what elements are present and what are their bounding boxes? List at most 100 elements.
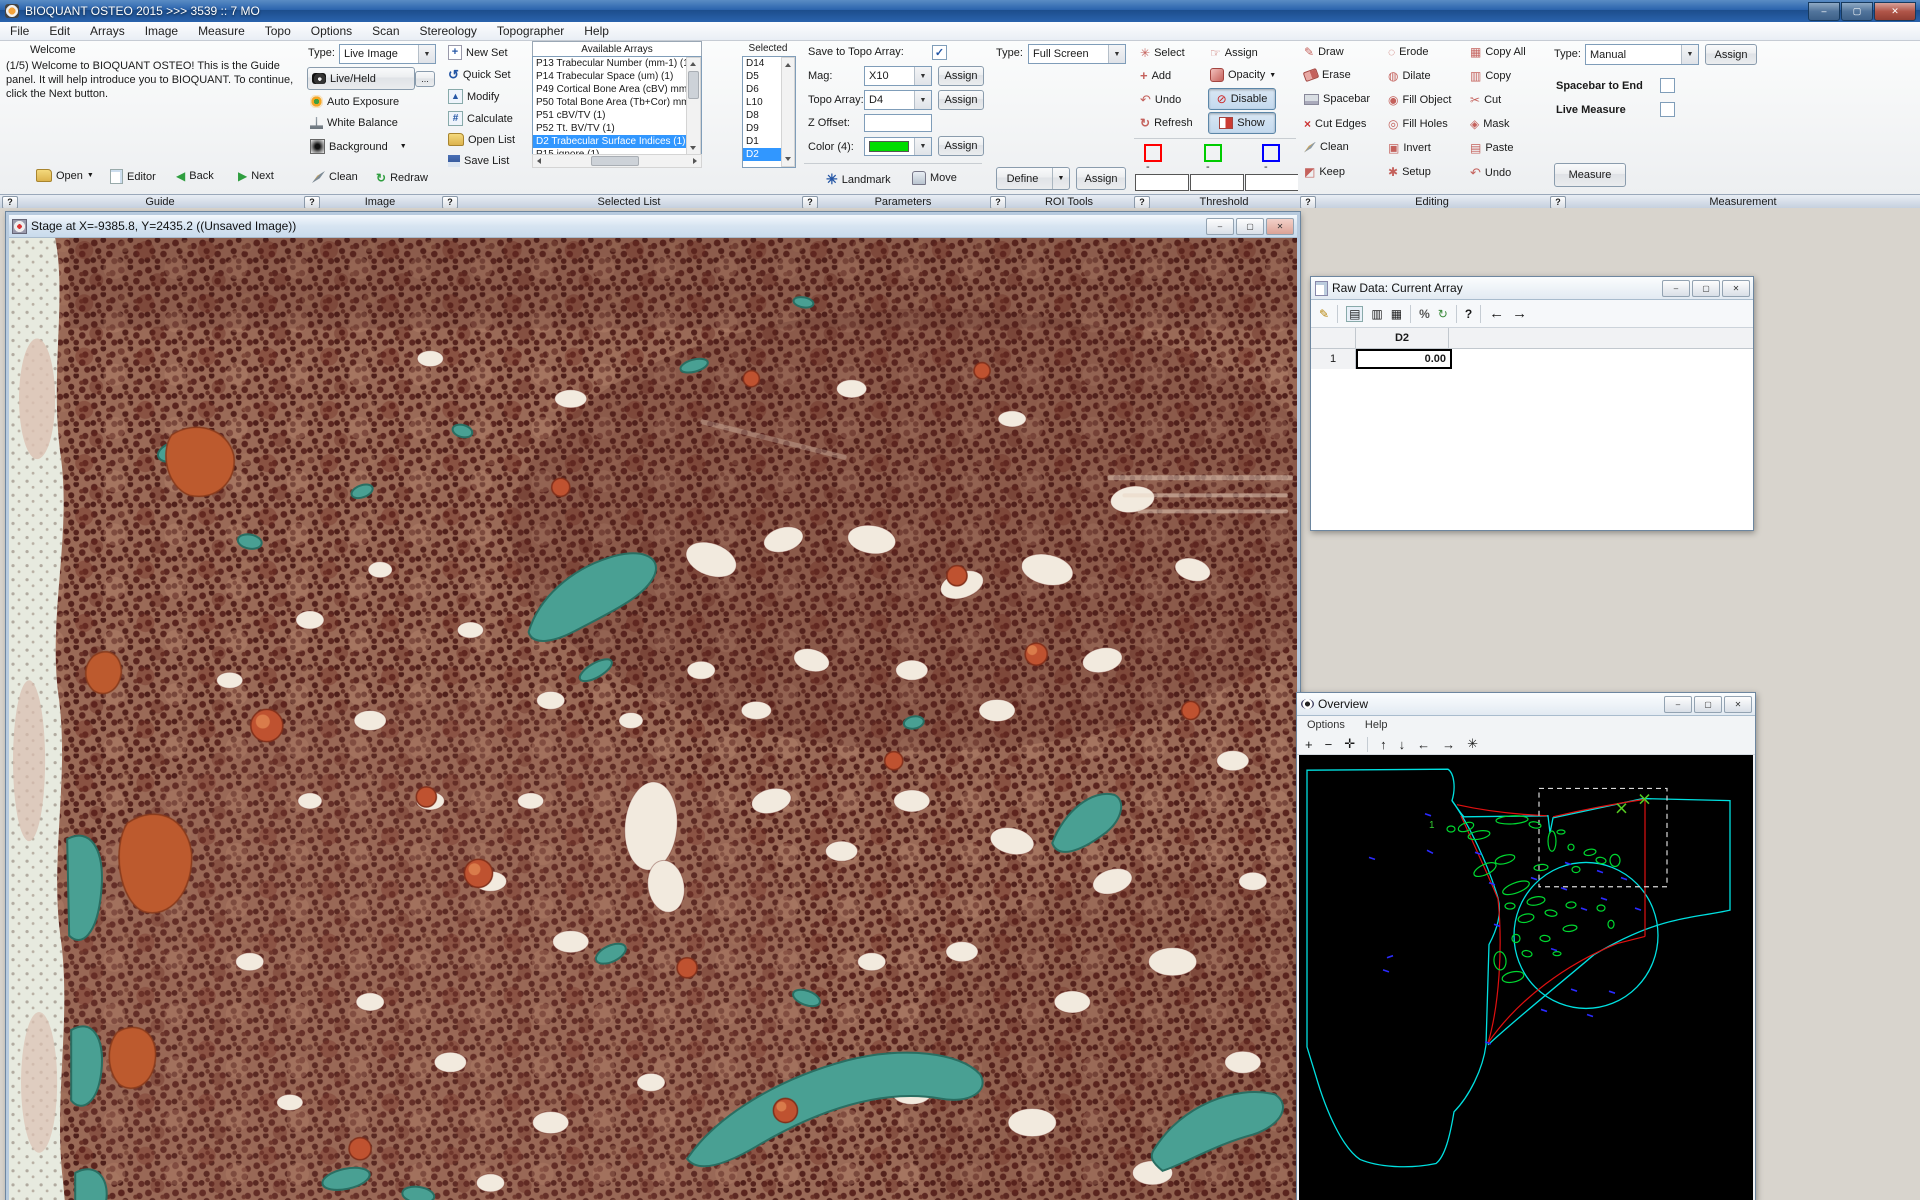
grid-view-icon[interactable]: ▦ — [1391, 307, 1402, 321]
help-icon[interactable]: ? — [1134, 196, 1150, 209]
help-icon[interactable]: ? — [990, 196, 1006, 209]
next-button[interactable]: ▶ Next — [238, 169, 274, 183]
raw-data-close-button[interactable]: ✕ — [1722, 280, 1750, 297]
green-threshold-input[interactable] — [1190, 174, 1244, 191]
list-item[interactable]: D9 — [743, 122, 783, 135]
paste-button[interactable]: ▤Paste — [1470, 141, 1513, 155]
fill-object-button[interactable]: ◉Fill Object — [1388, 93, 1451, 107]
report-view-icon[interactable]: ▥ — [1371, 307, 1382, 321]
back-button[interactable]: ◀ Back — [176, 169, 214, 183]
measure-assign-button[interactable]: Assign — [1705, 44, 1757, 65]
zoom-in-icon[interactable]: + — [1305, 737, 1313, 752]
spacebar-to-end-checkbox[interactable] — [1660, 78, 1675, 93]
stage-maximize-button[interactable]: ▢ — [1236, 218, 1264, 235]
cut-button[interactable]: ✂Cut — [1470, 93, 1501, 107]
dilate-button[interactable]: ◍Dilate — [1388, 69, 1431, 83]
auto-exposure-button[interactable]: Auto Exposure — [310, 95, 399, 108]
pan-right-icon[interactable]: → — [1442, 737, 1455, 752]
close-button[interactable]: ✕ — [1874, 2, 1916, 21]
copy-button[interactable]: ▥Copy — [1470, 69, 1511, 83]
menu-options[interactable]: Options — [301, 24, 362, 38]
calculate-button[interactable]: # Calculate — [448, 111, 513, 126]
mag-select[interactable]: X10▼ — [864, 66, 932, 86]
restore-button[interactable]: ▢ — [1841, 2, 1873, 21]
new-set-button[interactable]: + New Set — [448, 45, 508, 60]
pan-up-icon[interactable]: ↑ — [1380, 737, 1387, 752]
landmark-button[interactable]: ✳ Landmark — [826, 171, 891, 188]
help-icon[interactable]: ? — [1550, 196, 1566, 209]
keep-button[interactable]: ◩Keep — [1304, 165, 1345, 179]
fill-holes-button[interactable]: ◎Fill Holes — [1388, 117, 1448, 131]
selected-vscrollbar[interactable] — [781, 57, 795, 167]
column-header-d2[interactable]: D2 — [1356, 328, 1449, 348]
spacebar-button[interactable]: Spacebar — [1304, 93, 1370, 105]
save-list-button[interactable]: Save List — [448, 155, 509, 167]
threshold-opacity-button[interactable]: Opacity ▼ — [1210, 68, 1276, 82]
list-item-selected[interactable]: D2 — [743, 148, 783, 161]
edit-cell-icon[interactable]: ✎ — [1319, 307, 1329, 321]
help-icon[interactable]: ? — [802, 196, 818, 209]
modify-button[interactable]: ▲ Modify — [448, 89, 499, 104]
help-icon[interactable]: ? — [304, 196, 320, 209]
menu-image[interactable]: Image — [135, 24, 188, 38]
menu-topo[interactable]: Topo — [255, 24, 301, 38]
available-hscrollbar[interactable] — [532, 154, 702, 168]
threshold-disable-button[interactable]: ⊘ Disable — [1208, 88, 1276, 110]
menu-scan[interactable]: Scan — [362, 24, 409, 38]
list-item[interactable]: D5 — [743, 70, 783, 83]
topo-assign-button[interactable]: Assign — [938, 90, 984, 110]
mask-button[interactable]: ◈Mask — [1470, 117, 1510, 131]
pan-icon[interactable]: ✛ — [1344, 736, 1355, 752]
rotate-marker-icon[interactable]: ↻ — [1438, 307, 1448, 321]
raw-data-maximize-button[interactable]: ▢ — [1692, 280, 1720, 297]
live-held-button[interactable]: Live/Held — [307, 67, 415, 90]
threshold-assign-button[interactable]: ☞ Assign — [1210, 46, 1258, 60]
center-icon[interactable]: ✳ — [1467, 736, 1478, 752]
background-button[interactable]: Background ▼ — [310, 139, 407, 154]
roi-assign-button[interactable]: Assign — [1076, 167, 1126, 190]
stage-minimize-button[interactable]: – — [1206, 218, 1234, 235]
list-item[interactable]: P52 Tt. BV/TV (1) — [533, 122, 688, 135]
available-vscrollbar[interactable] — [686, 57, 701, 155]
measure-type-select[interactable]: Manual▼ — [1585, 44, 1699, 65]
help-icon[interactable]: ? — [442, 196, 458, 209]
overview-canvas[interactable]: 1 — [1299, 755, 1753, 1200]
list-item[interactable]: D1 — [743, 135, 783, 148]
threshold-refresh-button[interactable]: ↻ Refresh — [1140, 116, 1193, 130]
raw-data-title-bar[interactable]: Raw Data: Current Array – ▢ ✕ — [1311, 277, 1753, 300]
zoom-out-icon[interactable]: − — [1325, 737, 1333, 752]
prev-array-icon[interactable]: ← — [1489, 305, 1504, 322]
minimize-button[interactable]: – — [1808, 2, 1840, 21]
stage-close-button[interactable]: ✕ — [1266, 218, 1294, 235]
erase-button[interactable]: Erase — [1304, 69, 1351, 81]
topo-array-select[interactable]: D4▼ — [864, 90, 932, 110]
list-item[interactable]: D8 — [743, 109, 783, 122]
menu-topographer[interactable]: Topographer — [487, 24, 574, 38]
list-item[interactable]: P14 Trabecular Space (um) (1) — [533, 70, 688, 83]
more-options-button[interactable]: ... — [415, 71, 435, 87]
selected-items-list[interactable]: D14 D5 D6 L10 D8 D9 D1 D2 — [742, 56, 796, 168]
overview-title-bar[interactable]: Overview – ▢ ✕ — [1297, 693, 1755, 716]
list-view-icon[interactable]: ▤ — [1346, 306, 1363, 322]
menu-help[interactable]: Help — [574, 24, 619, 38]
red-channel-box[interactable] — [1144, 144, 1162, 162]
stage-image-viewport[interactable] — [9, 238, 1297, 1200]
red-threshold-input[interactable] — [1135, 174, 1189, 191]
menu-measure[interactable]: Measure — [188, 24, 255, 38]
define-dropdown-arrow[interactable]: ▼ — [1052, 168, 1069, 189]
list-item[interactable]: P51 cBV/TV (1) — [533, 109, 688, 122]
list-item[interactable]: P49 Cortical Bone Area (cBV) mm2 ( — [533, 83, 688, 96]
copy-all-button[interactable]: ▦Copy All — [1470, 45, 1526, 59]
color-select[interactable]: ▼ — [864, 137, 932, 156]
pan-down-icon[interactable]: ↓ — [1399, 737, 1406, 752]
mag-assign-button[interactable]: Assign — [938, 66, 984, 86]
menu-arrays[interactable]: Arrays — [80, 24, 135, 38]
pan-left-icon[interactable]: ← — [1417, 737, 1430, 752]
row-header[interactable]: 1 — [1311, 349, 1356, 369]
cut-edges-button[interactable]: ×Cut Edges — [1304, 117, 1366, 131]
help-icon[interactable]: ? — [1300, 196, 1316, 209]
raw-help-icon[interactable]: ? — [1465, 307, 1472, 321]
green-channel-box[interactable] — [1204, 144, 1222, 162]
invert-button[interactable]: ▣Invert — [1388, 141, 1431, 155]
editor-button[interactable]: Editor — [110, 169, 156, 184]
